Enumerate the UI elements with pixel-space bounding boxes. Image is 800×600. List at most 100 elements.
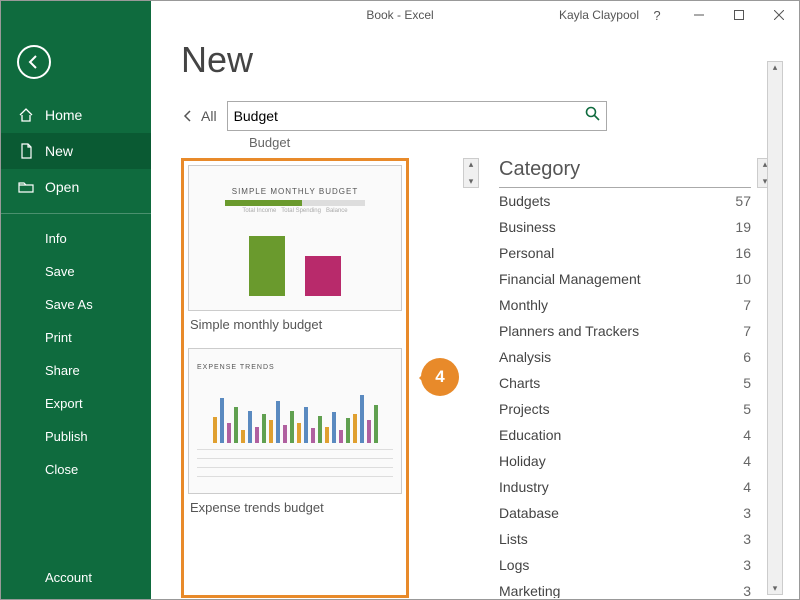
sidebar-item-publish[interactable]: Publish: [1, 420, 151, 453]
category-count: 7: [743, 323, 751, 339]
back-button[interactable]: [17, 45, 51, 79]
category-name: Planners and Trackers: [499, 323, 639, 339]
category-count: 57: [735, 193, 751, 209]
close-button[interactable]: [759, 1, 799, 29]
category-item[interactable]: Business 19: [499, 214, 751, 240]
sidebar-item-account[interactable]: Account: [45, 570, 92, 585]
scroll-up-icon[interactable]: ▴: [773, 62, 778, 73]
category-count: 3: [743, 531, 751, 547]
thumb-progress: [225, 200, 365, 206]
scroll-down-icon[interactable]: ▾: [773, 583, 778, 594]
scroll-up-icon[interactable]: ▴: [469, 159, 474, 170]
sidebar-item-info[interactable]: Info: [1, 222, 151, 255]
category-item[interactable]: Projects 5: [499, 396, 751, 422]
category-item[interactable]: Planners and Trackers 7: [499, 318, 751, 344]
backstage-sidebar: Home New Open Info Save Save As Print Sh…: [1, 1, 151, 599]
category-item[interactable]: Holiday 4: [499, 448, 751, 474]
folder-open-icon: [17, 178, 35, 196]
category-item[interactable]: Charts5: [499, 370, 751, 396]
window-title: Book - Excel: [366, 8, 433, 22]
template-expense-trends-budget[interactable]: EXPENSE TRENDS: [188, 348, 402, 525]
category-item[interactable]: Personal 16: [499, 240, 751, 266]
category-count: 3: [743, 557, 751, 573]
category-item[interactable]: Lists 3: [499, 526, 751, 552]
category-count: 5: [743, 401, 751, 417]
thumb-bars: [207, 379, 384, 443]
category-list: Budgets57Business19Personal16Financial M…: [499, 188, 751, 598]
category-name: Logs: [499, 557, 529, 573]
category-count: 19: [735, 219, 751, 235]
file-icon: [17, 142, 35, 160]
category-count: 4: [743, 453, 751, 469]
category-header: Category: [499, 158, 751, 188]
category-item[interactable]: Budgets 57: [499, 188, 751, 214]
category-item[interactable]: Monthly 7: [499, 292, 751, 318]
sidebar-label: Open: [45, 179, 79, 195]
search-back-button[interactable]: All: [181, 108, 217, 124]
category-count: 4: [743, 427, 751, 443]
category-item[interactable]: Marketing 3: [499, 578, 751, 598]
sidebar-label: Home: [45, 107, 82, 123]
category-name: Marketing: [499, 583, 560, 598]
category-count: 5: [743, 375, 751, 391]
category-item[interactable]: Industry4: [499, 474, 751, 500]
category-panel: Category Budgets57Business19Personal16Fi…: [499, 158, 751, 598]
template-label: Simple monthly budget: [188, 311, 402, 342]
category-item[interactable]: Analysis 6: [499, 344, 751, 370]
sidebar-item-share[interactable]: Share: [1, 354, 151, 387]
sidebar-separator: [1, 213, 151, 214]
category-count: 3: [743, 505, 751, 521]
category-item[interactable]: Financial Management10: [499, 266, 751, 292]
sidebar-item-save[interactable]: Save: [1, 255, 151, 288]
sidebar-label: New: [45, 143, 73, 159]
category-name: Business: [499, 219, 556, 235]
templates-scrollbar[interactable]: ▴ ▾: [463, 158, 479, 188]
category-item[interactable]: Database 3: [499, 500, 751, 526]
template-label: Expense trends budget: [188, 494, 402, 525]
sidebar-item-export[interactable]: Export: [1, 387, 151, 420]
template-thumbnail: EXPENSE TRENDS: [188, 348, 402, 494]
scroll-down-icon[interactable]: ▾: [469, 176, 474, 187]
category-name: Industry: [499, 479, 549, 495]
category-count: 7: [743, 297, 751, 313]
search-input[interactable]: [234, 108, 574, 124]
category-name: Projects: [499, 401, 550, 417]
template-thumbnail: SIMPLE MONTHLY BUDGET Total Income Total…: [188, 165, 402, 311]
category-name: Analysis: [499, 349, 551, 365]
category-name: Education: [499, 427, 561, 443]
search-back-label: All: [201, 108, 217, 124]
sidebar-item-save-as[interactable]: Save As: [1, 288, 151, 321]
page-title: New: [181, 39, 799, 81]
user-name[interactable]: Kayla Claypool: [559, 8, 639, 22]
callout-badge: 4: [421, 358, 459, 396]
category-item[interactable]: Logs 3: [499, 552, 751, 578]
category-name: Monthly: [499, 297, 548, 313]
thumb-bars: [249, 226, 341, 296]
category-count: 6: [743, 349, 751, 365]
search-icon[interactable]: [585, 106, 600, 126]
minimize-button[interactable]: [679, 1, 719, 29]
category-count: 16: [735, 245, 751, 261]
sidebar-item-close[interactable]: Close: [1, 453, 151, 486]
template-simple-monthly-budget[interactable]: SIMPLE MONTHLY BUDGET Total Income Total…: [188, 165, 402, 342]
category-name: Personal: [499, 245, 554, 261]
category-name: Lists: [499, 531, 528, 547]
category-name: Holiday: [499, 453, 546, 469]
category-item[interactable]: Education 4: [499, 422, 751, 448]
category-count: 3: [743, 583, 751, 598]
window-controls: [679, 1, 799, 29]
sidebar-item-new[interactable]: New: [1, 133, 151, 169]
main-scrollbar[interactable]: ▴ ▾: [767, 61, 783, 595]
search-suggestion[interactable]: Budget: [249, 135, 799, 150]
sidebar-item-print[interactable]: Print: [1, 321, 151, 354]
help-icon[interactable]: ?: [645, 1, 669, 29]
category-name: Database: [499, 505, 559, 521]
templates-highlighted-group: SIMPLE MONTHLY BUDGET Total Income Total…: [181, 158, 409, 598]
sidebar-item-open[interactable]: Open: [1, 169, 151, 205]
sidebar-item-home[interactable]: Home: [1, 97, 151, 133]
thumb-table: [197, 449, 392, 485]
search-box[interactable]: [227, 101, 607, 131]
maximize-button[interactable]: [719, 1, 759, 29]
category-name: Budgets: [499, 193, 550, 209]
category-count: 10: [735, 271, 751, 287]
